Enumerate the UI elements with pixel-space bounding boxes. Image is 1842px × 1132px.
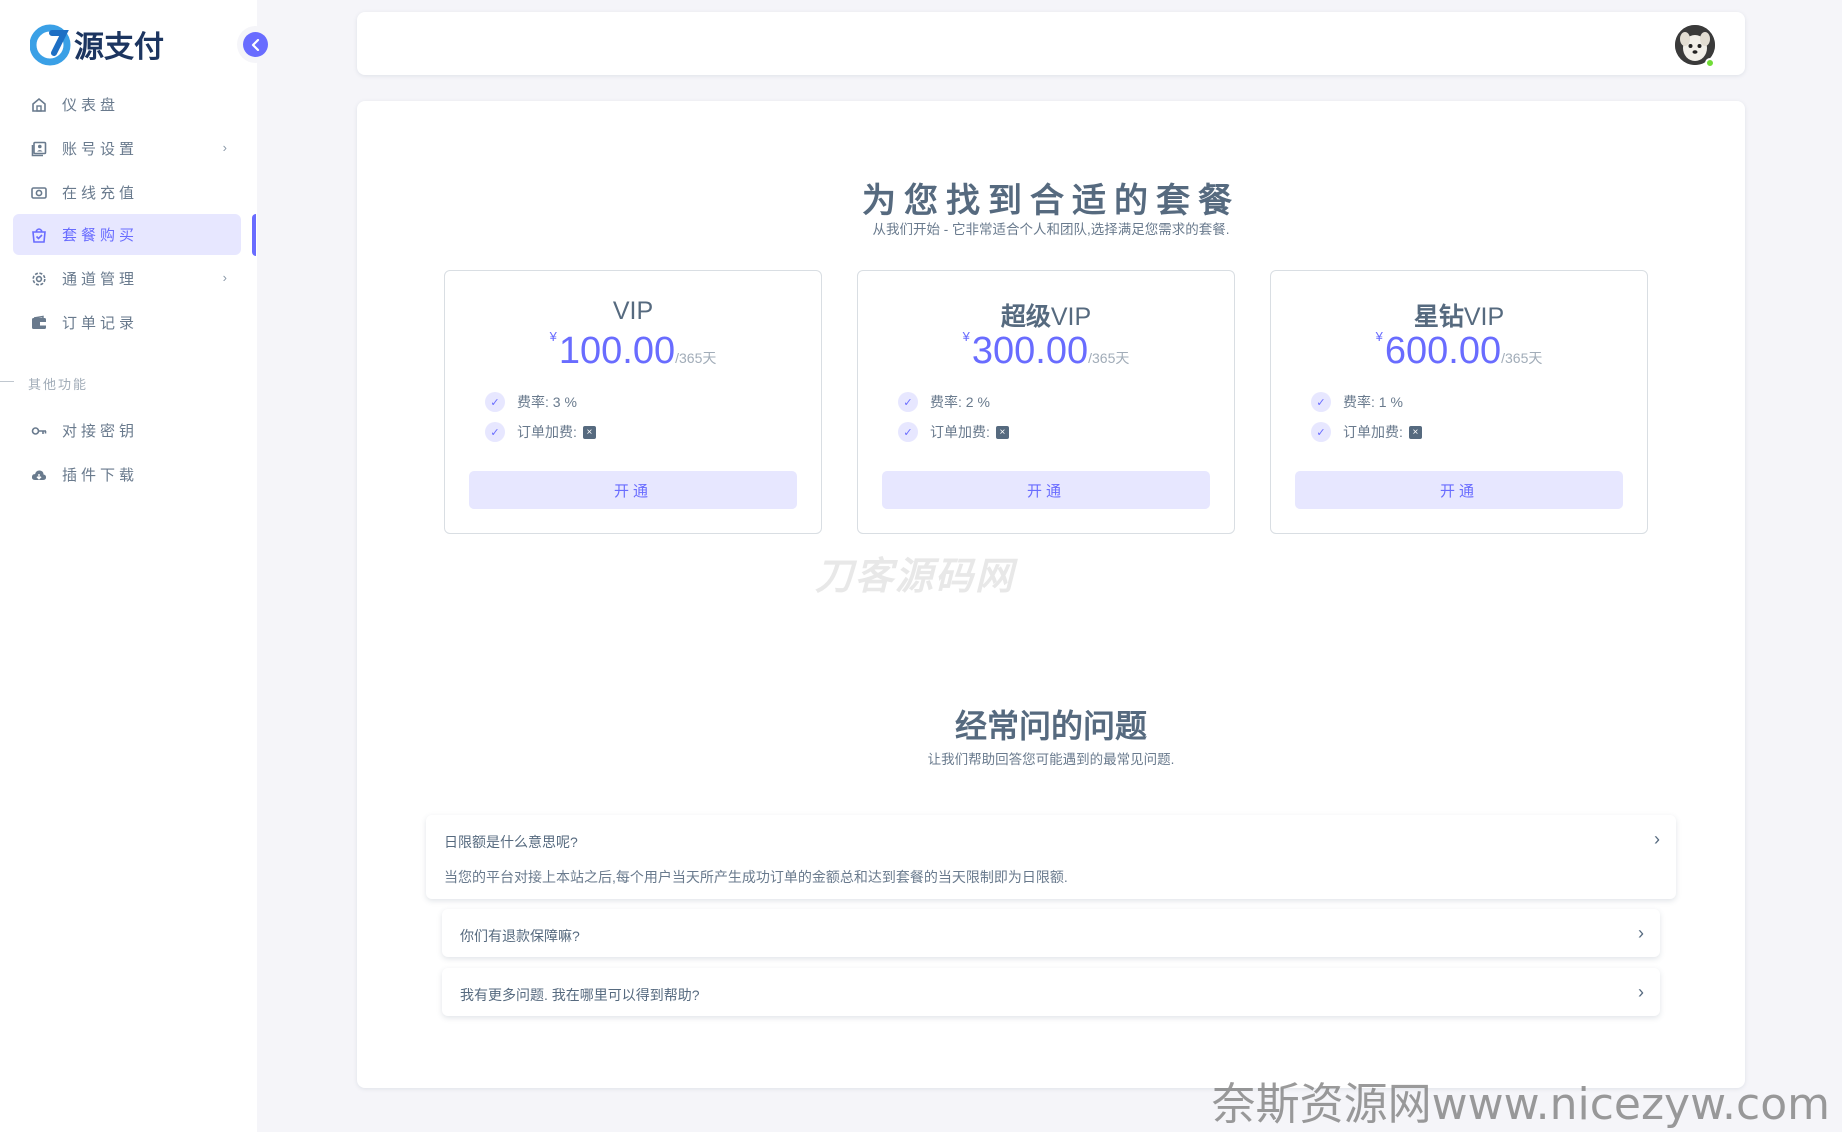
chevron-right-icon: › — [1638, 982, 1644, 1002]
check-icon: ✓ — [1311, 422, 1331, 442]
sidebar-item-packages[interactable]: 套餐购买 — [13, 214, 241, 255]
rate-value: 2 % — [965, 394, 990, 410]
plan-price: ¥300.00/365天 — [858, 329, 1234, 373]
price-period: /365天 — [1088, 350, 1130, 366]
sidebar-item-dashboard[interactable]: 仪表盘 — [13, 84, 241, 125]
faq-title: 经常问的问题 — [954, 708, 1147, 744]
currency-symbol: ¥ — [1375, 329, 1383, 344]
chevron-right-icon: › — [1638, 923, 1644, 943]
online-status-dot — [1705, 58, 1715, 68]
sidebar-item-label: 订单记录 — [62, 315, 139, 332]
menu-section-label: 其他功能 — [28, 377, 89, 392]
price-period: /365天 — [1501, 350, 1543, 366]
shopping-bag-icon — [30, 226, 48, 244]
sidebar-item-label: 对接密钥 — [62, 423, 139, 440]
wallet-icon — [30, 314, 48, 332]
top-navbar — [357, 12, 1745, 75]
sidebar-item-label: 在线充值 — [62, 185, 139, 202]
sidebar-item-api-key[interactable]: 对接密钥 — [13, 410, 241, 451]
currency-symbol: ¥ — [962, 329, 970, 344]
watermark-center: 刀客源码网 — [815, 556, 1016, 598]
feature-order-fee: ✓ 订单加费: × — [1311, 422, 1422, 442]
subscribe-button[interactable]: 开通 — [1295, 471, 1623, 509]
check-icon: ✓ — [898, 422, 918, 442]
cloud-download-icon — [30, 466, 48, 484]
feature-rate: ✓ 费率: 1 % — [1311, 392, 1403, 412]
faq-item[interactable]: 我有更多问题. 我在哪里可以得到帮助? › — [442, 968, 1660, 1016]
sidebar-item-account-settings[interactable]: 账号设置 › — [13, 128, 241, 169]
pricing-subtitle: 从我们开始 - 它非常适合个人和团队,选择满足您需求的套餐. — [872, 222, 1230, 237]
close-box-icon: × — [582, 425, 596, 439]
subscribe-button[interactable]: 开通 — [469, 471, 797, 509]
plan-price: ¥600.00/365天 — [1271, 329, 1647, 373]
collapse-sidebar-button[interactable] — [243, 32, 268, 57]
pricing-card: 为您找到合适的套餐 从我们开始 - 它非常适合个人和团队,选择满足您需求的套餐.… — [357, 101, 1745, 1088]
faq-question: 我有更多问题. 我在哪里可以得到帮助? — [460, 987, 700, 1003]
pricing-title: 为您找到合适的套餐 — [862, 182, 1240, 220]
faq-subtitle: 让我们帮助回答您可能遇到的最常见问题. — [927, 752, 1175, 767]
logo[interactable]: 源支付 — [30, 22, 180, 68]
check-icon: ✓ — [1311, 392, 1331, 412]
sidebar-item-channel-management[interactable]: 通道管理 › — [13, 258, 241, 299]
sidebar-item-label: 仪表盘 — [62, 97, 120, 114]
money-icon — [30, 184, 48, 202]
close-box-icon: × — [1408, 425, 1422, 439]
watermark-corner: 奈斯资源网www.nicezyw.com — [1211, 1079, 1830, 1130]
faq-item-expanded[interactable]: 日限额是什么意思呢? 当您的平台对接上本站之后,每个用户当天所产生成功订单的金额… — [426, 815, 1676, 899]
check-icon: ✓ — [898, 392, 918, 412]
plan-name: 星钻VIP — [1413, 303, 1505, 331]
price-amount: 100.00 — [558, 330, 676, 372]
logo-text: 源支付 — [74, 30, 164, 65]
price-period: /365天 — [675, 350, 717, 366]
chevron-right-icon: › — [222, 270, 227, 285]
price-amount: 600.00 — [1384, 330, 1502, 372]
check-icon: ✓ — [485, 422, 505, 442]
feature-rate: ✓ 费率: 3 % — [485, 392, 577, 412]
sidebar-item-label: 通道管理 — [62, 271, 139, 288]
rate-value: 1 % — [1378, 394, 1403, 410]
rate-value: 3 % — [552, 394, 577, 410]
sidebar-item-recharge[interactable]: 在线充值 — [13, 172, 241, 213]
key-icon — [30, 422, 48, 440]
plan-card-super-vip: 超级VIP ¥300.00/365天 ✓ 费率: 2 % ✓ 订单加费: × 开… — [857, 270, 1235, 534]
price-amount: 300.00 — [971, 330, 1089, 372]
user-card-icon — [30, 140, 48, 158]
sidebar-item-label: 插件下载 — [62, 467, 139, 484]
subscribe-button[interactable]: 开通 — [882, 471, 1210, 509]
currency-symbol: ¥ — [549, 329, 557, 344]
logo-mark: 源支付 — [30, 24, 164, 66]
sidebar-item-label: 套餐购买 — [62, 227, 139, 244]
faq-answer: 当您的平台对接上本站之后,每个用户当天所产生成功订单的金额总和达到套餐的当天限制… — [444, 869, 1068, 885]
sidebar-item-orders[interactable]: 订单记录 — [13, 302, 241, 343]
faq-question: 你们有退款保障嘛? — [460, 928, 580, 944]
gear-icon — [30, 270, 48, 288]
chevron-right-icon: › — [1654, 829, 1660, 849]
check-icon: ✓ — [485, 392, 505, 412]
chevron-left-icon — [251, 38, 259, 51]
chevron-right-icon: › — [222, 140, 227, 155]
feature-order-fee: ✓ 订单加费: × — [485, 422, 596, 442]
plan-card-diamond-vip: 星钻VIP ¥600.00/365天 ✓ 费率: 1 % ✓ 订单加费: × 开… — [1270, 270, 1648, 534]
plan-name: VIP — [612, 297, 654, 325]
feature-rate: ✓ 费率: 2 % — [898, 392, 990, 412]
sidebar: 源支付 仪表盘 账号设置 › 在线充值 套餐购买 通道管理 › 订单记录 其他功… — [0, 0, 268, 1132]
faq-item[interactable]: 你们有退款保障嘛? › — [442, 909, 1660, 957]
sidebar-item-plugin-download[interactable]: 插件下载 — [13, 454, 241, 495]
home-icon — [30, 96, 48, 114]
sidebar-item-label: 账号设置 — [62, 141, 139, 158]
feature-order-fee: ✓ 订单加费: × — [898, 422, 1009, 442]
close-box-icon: × — [995, 425, 1009, 439]
menu-section-header: 其他功能 — [0, 372, 257, 392]
active-indicator — [252, 214, 256, 256]
plan-name: 超级VIP — [1000, 303, 1092, 331]
plan-price: ¥100.00/365天 — [445, 329, 821, 373]
plan-card-vip: VIP ¥100.00/365天 ✓ 费率: 3 % ✓ 订单加费: × 开通 — [444, 270, 822, 534]
faq-question: 日限额是什么意思呢? — [444, 834, 578, 850]
